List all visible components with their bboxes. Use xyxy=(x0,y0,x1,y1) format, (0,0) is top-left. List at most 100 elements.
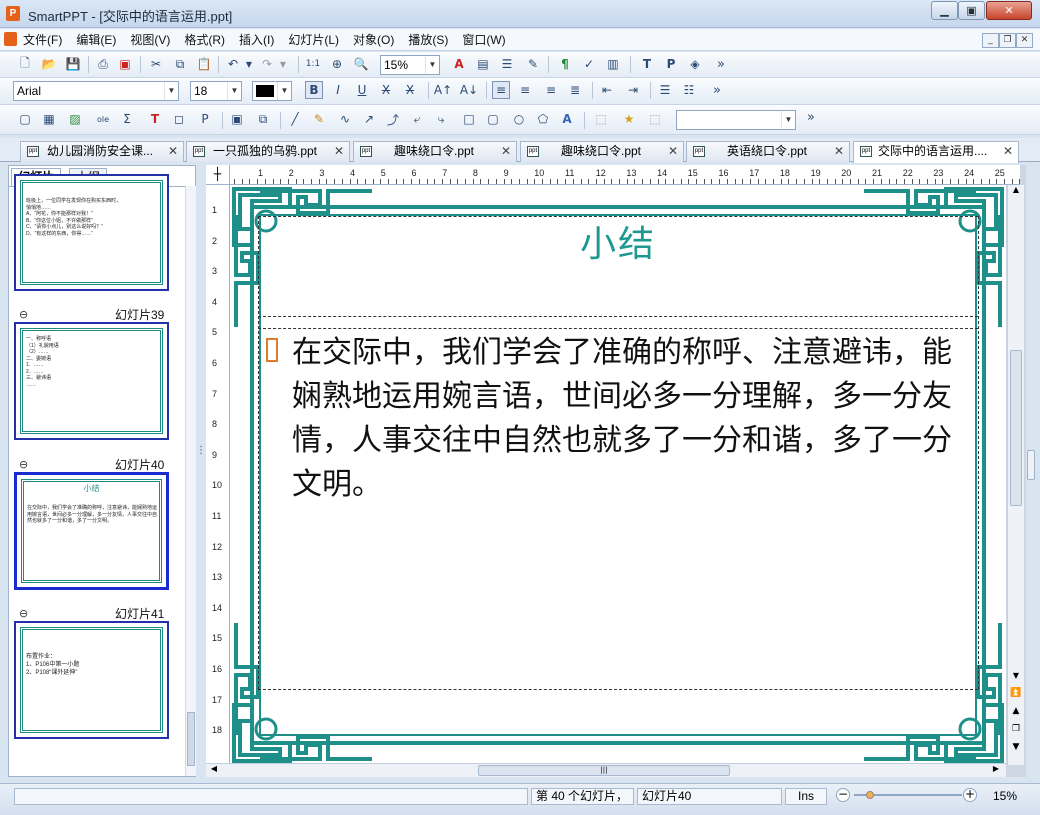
tab-doc-1[interactable]: ppt 幼儿园消防安全课... ✕ xyxy=(20,141,184,162)
zoom-select[interactable]: 15% ▼ xyxy=(380,55,440,75)
color-select[interactable]: ▼ xyxy=(252,81,292,101)
ole-icon[interactable]: ole xyxy=(94,110,112,128)
mdi-restore-button[interactable]: ❐ xyxy=(999,33,1016,48)
panel-scroll-thumb[interactable] xyxy=(187,712,195,766)
table-icon[interactable]: ▦ xyxy=(40,110,58,128)
shrink-font-icon[interactable]: A↓ xyxy=(460,81,478,99)
actual-size-icon[interactable]: 1:1 xyxy=(304,55,322,73)
line-icon[interactable]: ╱ xyxy=(286,110,304,128)
redo-icon[interactable]: ↷ xyxy=(258,55,276,73)
horizontal-scrollbar[interactable]: ◀ ||| ▶ xyxy=(206,763,1006,777)
justify-icon[interactable]: ≣ xyxy=(566,81,584,99)
panel-scrollbar[interactable] xyxy=(185,186,196,776)
strikethrough-icon[interactable]: X xyxy=(377,81,395,99)
open-icon[interactable]: 📂 xyxy=(40,55,58,73)
tab-doc-6[interactable]: ppt 交际中的语言运用.... ✕ xyxy=(853,141,1019,163)
grow-font-icon[interactable]: A↑ xyxy=(434,81,452,99)
align-objects-icon[interactable]: ⬚ xyxy=(592,110,610,128)
splitter-handle[interactable]: ⋮ xyxy=(196,445,206,485)
film-icon[interactable]: ▣ xyxy=(228,110,246,128)
next-slide-icon[interactable]: ▼ xyxy=(1009,742,1023,756)
fill-icon[interactable]: ▤ xyxy=(474,55,492,73)
slide-thumbnail-41[interactable]: 布置作业： 1、P106中第一小题 2、P108“课外延伸” xyxy=(14,621,169,739)
shapes-icon[interactable]: ⬠ xyxy=(534,110,552,128)
slide-view-icon[interactable]: ❐ xyxy=(1009,724,1023,738)
menu-item-7[interactable]: 播放(S) xyxy=(401,32,455,48)
maximize-button[interactable]: ▣ xyxy=(958,1,985,20)
list-icon[interactable]: ☰ xyxy=(498,55,516,73)
arrow-icon[interactable]: ↗ xyxy=(360,110,378,128)
paragraph-mark-icon[interactable]: ¶ xyxy=(556,55,574,73)
close-button[interactable]: ✕ xyxy=(986,1,1032,20)
overflow-chevron-icon[interactable]: » xyxy=(712,55,730,73)
slide-canvas[interactable]: 小结 在交际中，我们学会了准确的称呼、注意避讳，能娴熟地运用婉言语，世间必多一分… xyxy=(230,185,1006,765)
text-box-icon[interactable]: T xyxy=(146,110,164,128)
undo-dropdown-icon[interactable]: ▼ xyxy=(244,55,254,73)
zoom-in-icon[interactable]: ⊕ xyxy=(328,55,346,73)
menu-item-3[interactable]: 格式(R) xyxy=(177,32,232,48)
redo-dropdown-icon[interactable]: ▼ xyxy=(278,55,288,73)
rounded-rectangle-icon[interactable]: ▢ xyxy=(484,110,502,128)
increase-indent-icon[interactable]: ⇥ xyxy=(624,81,642,99)
close-icon[interactable]: ✕ xyxy=(334,142,344,161)
wordart-icon[interactable]: A xyxy=(558,110,576,128)
ruler-corner[interactable]: ┼ xyxy=(206,165,230,185)
slide-thumbnail-39[interactable]: 一、称呼语 （1）礼貌用语 （2）…… 二、委婉语 1．…… 2．…… 三、避讳… xyxy=(14,322,169,440)
align-right-icon[interactable]: ≡ xyxy=(542,81,560,99)
print-icon[interactable]: ⎙ xyxy=(94,55,112,73)
close-icon[interactable]: ✕ xyxy=(501,142,511,161)
slide-thumbnail-38[interactable]: 班级上，一位同学在发现你在购买东西时， 悄悄地…… A、“阿花，你不能那样对我！… xyxy=(14,174,169,291)
rectangle-icon[interactable]: □ xyxy=(460,110,478,128)
mdi-minimize-button[interactable]: _ xyxy=(982,33,999,48)
cut-icon[interactable]: ✂ xyxy=(147,55,165,73)
menu-item-6[interactable]: 对象(O) xyxy=(346,32,401,48)
menu-item-5[interactable]: 幻灯片(L) xyxy=(281,32,346,48)
object-icon[interactable]: ◈ xyxy=(686,55,704,73)
italic-icon[interactable]: I xyxy=(329,81,347,99)
slide-title[interactable]: 小结 xyxy=(230,215,1006,267)
horizontal-scroll-thumb[interactable]: ||| xyxy=(478,765,730,776)
overflow-chevron-icon[interactable]: » xyxy=(802,108,820,126)
menu-item-2[interactable]: 视图(V) xyxy=(123,32,177,48)
align-left-icon[interactable]: ≡ xyxy=(492,81,510,99)
star-icon[interactable]: ★ xyxy=(620,110,638,128)
overflow-chevron-icon[interactable]: » xyxy=(708,81,726,99)
scroll-up-icon[interactable]: ▲ xyxy=(1010,185,1022,199)
mdi-close-button[interactable]: ✕ xyxy=(1016,33,1033,48)
chart-icon[interactable]: ▥ xyxy=(604,55,622,73)
minimize-button[interactable]: ▁ xyxy=(931,1,958,20)
previous-slide-icon[interactable]: ▲ xyxy=(1009,706,1023,720)
font-select[interactable]: Arial ▼ xyxy=(13,81,179,101)
paste-icon[interactable]: 📋 xyxy=(195,55,213,73)
group-icon[interactable]: ⧉ xyxy=(254,110,272,128)
curved-connector-icon[interactable]: ⤷ xyxy=(432,110,450,128)
tab-doc-5[interactable]: ppt 英语绕口令.ppt ✕ xyxy=(686,141,850,162)
zoom-out-button[interactable]: − xyxy=(836,788,850,802)
formula-icon[interactable]: Σ xyxy=(118,110,136,128)
close-icon[interactable]: ✕ xyxy=(668,142,678,161)
numbering-icon[interactable]: ☷ xyxy=(680,81,698,99)
close-icon[interactable]: ✕ xyxy=(1003,142,1013,161)
slide-layout-icon[interactable]: ▢ xyxy=(16,110,34,128)
pdf-icon[interactable]: ▣ xyxy=(116,55,134,73)
vertical-scroll-thumb[interactable] xyxy=(1010,350,1022,506)
pencil-icon[interactable]: ✎ xyxy=(310,110,328,128)
menu-item-0[interactable]: 文件(F) xyxy=(16,32,69,48)
picture-frame-icon[interactable]: P xyxy=(662,55,680,73)
save-icon[interactable]: 💾 xyxy=(64,55,82,73)
frame-icon[interactable]: ◻ xyxy=(170,110,188,128)
vertical-scrollbar[interactable]: ▲ ▼ ⏫ ▲ ❐ ▼ xyxy=(1007,185,1024,765)
ellipse-icon[interactable]: ○ xyxy=(510,110,528,128)
tab-doc-4[interactable]: ppt 趣味绕口令.ppt ✕ xyxy=(520,141,684,162)
close-icon[interactable]: ✕ xyxy=(834,142,844,161)
scroll-right-icon[interactable]: ▶ xyxy=(990,764,1002,776)
right-splitter-handle[interactable] xyxy=(1027,450,1035,480)
scroll-down-icon[interactable]: ▼ xyxy=(1010,671,1022,685)
first-slide-icon[interactable]: ⏫ xyxy=(1009,688,1023,702)
vertical-ruler[interactable]: 1 2 3 4 5 6 7 8 9 10 11 12 13 14 15 16 17 18 xyxy=(206,185,230,765)
connector-icon[interactable]: ⤴ xyxy=(384,110,402,128)
zoom-icon[interactable]: 🔍 xyxy=(352,55,370,73)
close-icon[interactable]: ✕ xyxy=(168,142,178,161)
size-select[interactable]: 18 ▼ xyxy=(190,81,242,101)
bold-icon[interactable]: B xyxy=(305,81,323,99)
